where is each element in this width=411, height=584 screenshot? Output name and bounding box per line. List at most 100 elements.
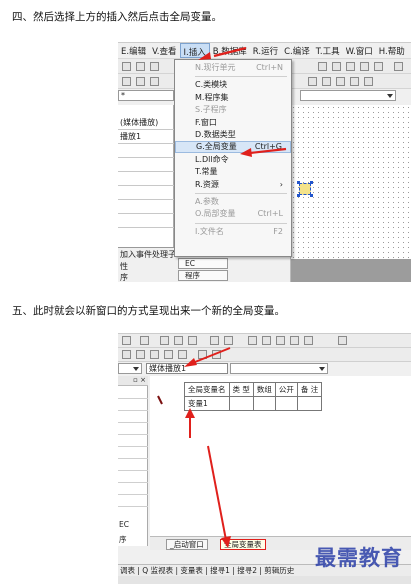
table-cell[interactable] [228, 396, 254, 411]
tab-global-variable-table[interactable]: 全局变量表 [220, 539, 266, 550]
stop-icon[interactable] [224, 336, 233, 345]
cut-icon[interactable] [122, 62, 131, 71]
menu-4[interactable]: R.运行 [250, 43, 281, 58]
insert-menu-item[interactable]: R.资源 › [175, 179, 291, 191]
form-designer[interactable] [290, 105, 411, 282]
menu-7[interactable]: W.窗口 [343, 43, 376, 58]
insert-menu-item: S.子程序 [175, 104, 291, 116]
tab-property[interactable]: 性 [120, 261, 128, 272]
toolbar-icon[interactable] [262, 336, 271, 345]
undo-icon[interactable] [122, 336, 131, 345]
align-icon[interactable] [350, 77, 359, 86]
property-row[interactable]: (媒体播放) [120, 117, 158, 128]
table-cell[interactable] [252, 396, 276, 411]
toolbar-icon[interactable] [304, 336, 313, 345]
insert-menu-item[interactable]: M.程序集 [175, 92, 291, 104]
tab-program-list[interactable]: 程序 [178, 270, 228, 281]
align-icon[interactable] [322, 77, 331, 86]
toolbar-icon[interactable] [332, 62, 341, 71]
binoculars-icon[interactable] [338, 336, 347, 345]
menu-0[interactable]: E.编辑 [118, 43, 149, 58]
toolbar-icon[interactable] [318, 62, 327, 71]
align-icon[interactable] [150, 77, 159, 86]
menu-1[interactable]: V.查看 [149, 43, 179, 58]
menu-separator [195, 222, 287, 224]
align-icon[interactable] [122, 77, 131, 86]
toolbar-icon[interactable] [346, 62, 355, 71]
run-icon[interactable] [210, 336, 219, 345]
align-icon[interactable] [212, 350, 221, 359]
divider [118, 213, 174, 214]
divider [118, 434, 148, 435]
menu-3[interactable]: B.数据库 [210, 43, 250, 58]
menu-6[interactable]: T.工具 [313, 43, 343, 58]
event-combo[interactable] [300, 90, 396, 101]
table-cell[interactable] [296, 396, 323, 411]
tab-startup-window[interactable]: _启动窗口 [166, 539, 208, 550]
property-row[interactable]: 播放1 [120, 131, 141, 142]
insert-menu-item[interactable]: F.窗口 [175, 117, 291, 129]
resize-handle[interactable] [310, 181, 313, 184]
insert-menu-item[interactable]: G.全局变量 Ctrl+G [175, 141, 291, 154]
divider [118, 482, 148, 483]
tab-program[interactable]: 序 [120, 272, 128, 282]
toolbar-icon[interactable] [248, 336, 257, 345]
resize-handle[interactable] [297, 181, 300, 184]
insert-menu-item[interactable]: T.常量 [175, 166, 291, 178]
toolbar-icon[interactable] [374, 62, 383, 71]
module-combo[interactable]: 媒体播放1 [146, 363, 228, 374]
tab-ec[interactable]: EC [119, 520, 129, 529]
align-icon[interactable] [198, 350, 207, 359]
tab-program[interactable]: 序 [119, 534, 127, 545]
toolbar-icon[interactable] [188, 336, 197, 345]
divider [118, 157, 174, 158]
align-icon[interactable] [122, 350, 131, 359]
table-row[interactable]: 变量1 [184, 396, 323, 411]
toolbar-icon[interactable] [360, 62, 369, 71]
table-cell[interactable]: 变量1 [184, 396, 230, 411]
resize-handle[interactable] [297, 194, 300, 197]
subroutine-combo[interactable] [230, 363, 328, 374]
menu-8[interactable]: H.帮助 [376, 43, 408, 58]
divider [118, 494, 148, 495]
paste-icon[interactable] [150, 62, 159, 71]
align-icon[interactable] [308, 77, 317, 86]
menu-item-label: N.现行单元 [195, 63, 236, 72]
insert-menu-item[interactable]: D.数据类型 [175, 129, 291, 141]
copy-icon[interactable] [136, 62, 145, 71]
align-icon[interactable] [150, 350, 159, 359]
menu-item-shortcut: Ctrl+N [256, 63, 283, 72]
global-variable-editor[interactable]: 全局变量名类 型数组 公开备 注 变量1 [150, 376, 411, 536]
panel-close-icon[interactable]: ▫ × [118, 376, 148, 386]
column-header: 类 型 [228, 382, 254, 397]
toolbar-icon[interactable] [140, 336, 149, 345]
menu-item-label: A.参数 [195, 197, 219, 206]
menu-5[interactable]: C.编译 [281, 43, 313, 58]
table-cell[interactable] [274, 396, 298, 411]
toolbar-icon[interactable] [276, 336, 285, 345]
align-icon[interactable] [178, 350, 187, 359]
insert-menu-item: N.现行单元 Ctrl+N [175, 62, 291, 74]
align-icon[interactable] [164, 350, 173, 359]
add-event-handler-link[interactable]: 加入事件处理子 [120, 249, 176, 260]
insert-menu-item[interactable]: L.Dll命令 [175, 154, 291, 166]
align-icon[interactable] [136, 77, 145, 86]
column-header: 数组 [252, 382, 276, 397]
align-icon[interactable] [364, 77, 373, 86]
menu-2[interactable]: I.插入 [179, 43, 210, 58]
align-icon[interactable] [136, 350, 145, 359]
resize-handle[interactable] [310, 194, 313, 197]
insert-menu-item[interactable]: C.类模块 [175, 79, 291, 91]
toolbar-icon[interactable] [290, 336, 299, 345]
object-combo[interactable] [118, 363, 142, 374]
binoculars-icon[interactable] [394, 62, 403, 71]
menu-item-label: D.数据类型 [195, 130, 236, 139]
toolbar-icon[interactable] [174, 336, 183, 345]
divider [118, 199, 174, 200]
toolbar-icon[interactable] [160, 336, 169, 345]
tab-ec[interactable]: EC [178, 258, 228, 269]
align-icon[interactable] [336, 77, 345, 86]
property-panel: ▫ × EC 序 [118, 376, 148, 546]
menu-item-label: M.程序集 [195, 92, 229, 102]
object-combo[interactable]: * [118, 90, 174, 101]
